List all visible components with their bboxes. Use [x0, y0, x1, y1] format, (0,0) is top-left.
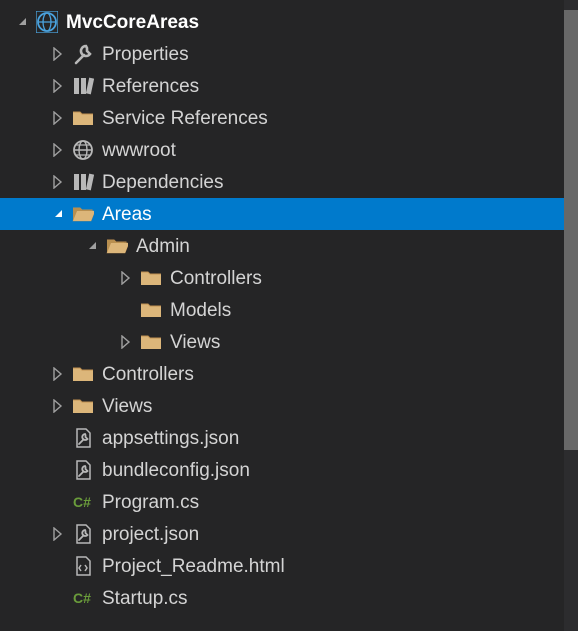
tree-item-label: Views [170, 333, 220, 352]
tree-item-views[interactable]: Views [0, 390, 578, 422]
cs-icon [72, 491, 94, 513]
tree-item-label: Dependencies [102, 173, 223, 192]
tree-item-admin-controllers[interactable]: Controllers [0, 262, 578, 294]
chevron-down-icon[interactable] [86, 239, 100, 253]
tree-item-references[interactable]: References [0, 70, 578, 102]
tree-item-label: Controllers [170, 269, 262, 288]
tree-item-label: Startup.cs [102, 589, 188, 608]
scrollbar-thumb[interactable] [564, 10, 578, 450]
chevron-right-icon[interactable] [52, 399, 66, 413]
chevron-down-icon[interactable] [52, 207, 66, 221]
vertical-scrollbar[interactable] [564, 0, 578, 631]
tree-item-root[interactable]: MvcCoreAreas [0, 6, 578, 38]
json-icon [72, 459, 94, 481]
json-icon [72, 523, 94, 545]
references-icon [72, 75, 94, 97]
tree-item-service-references[interactable]: Service References [0, 102, 578, 134]
chevron-right-icon[interactable] [52, 47, 66, 61]
chevron-right-icon[interactable] [52, 527, 66, 541]
tree-item-appsettings[interactable]: appsettings.json [0, 422, 578, 454]
tree-item-label: appsettings.json [102, 429, 239, 448]
tree-item-label: Service References [102, 109, 268, 128]
tree-item-admin[interactable]: Admin [0, 230, 578, 262]
tree-item-label: MvcCoreAreas [66, 13, 199, 32]
folder-icon [72, 363, 94, 385]
solution-explorer-tree[interactable]: MvcCoreAreas Properties References Servi… [0, 0, 578, 614]
chevron-right-icon[interactable] [120, 335, 134, 349]
tree-item-label: project.json [102, 525, 199, 544]
tree-item-project-json[interactable]: project.json [0, 518, 578, 550]
cs-icon [72, 587, 94, 609]
chevron-right-icon[interactable] [52, 175, 66, 189]
tree-item-label: Views [102, 397, 152, 416]
tree-item-label: bundleconfig.json [102, 461, 250, 480]
folder-open-icon [72, 203, 94, 225]
chevron-right-icon[interactable] [52, 111, 66, 125]
tree-item-label: Project_Readme.html [102, 557, 285, 576]
folder-icon [72, 107, 94, 129]
folder-icon [140, 267, 162, 289]
tree-item-admin-models[interactable]: Models [0, 294, 578, 326]
json-icon [72, 427, 94, 449]
chevron-right-icon[interactable] [120, 271, 134, 285]
chevron-right-icon[interactable] [52, 79, 66, 93]
chevron-right-icon[interactable] [52, 143, 66, 157]
tree-item-admin-views[interactable]: Views [0, 326, 578, 358]
chevron-right-icon[interactable] [52, 367, 66, 381]
tree-item-label: Program.cs [102, 493, 199, 512]
folder-icon [140, 331, 162, 353]
tree-item-label: Models [170, 301, 231, 320]
tree-item-label: Properties [102, 45, 189, 64]
globe-icon [72, 139, 94, 161]
tree-item-label: Areas [102, 205, 152, 224]
folder-icon [140, 299, 162, 321]
tree-item-label: References [102, 77, 199, 96]
folder-icon [72, 395, 94, 417]
tree-item-controllers[interactable]: Controllers [0, 358, 578, 390]
tree-item-startup-cs[interactable]: Startup.cs [0, 582, 578, 614]
tree-item-label: Controllers [102, 365, 194, 384]
tree-item-label: Admin [136, 237, 190, 256]
tree-item-properties[interactable]: Properties [0, 38, 578, 70]
chevron-down-icon[interactable] [16, 15, 30, 29]
tree-item-label: wwwroot [102, 141, 176, 160]
tree-item-program-cs[interactable]: Program.cs [0, 486, 578, 518]
tree-item-project-readme[interactable]: Project_Readme.html [0, 550, 578, 582]
tree-item-bundleconfig[interactable]: bundleconfig.json [0, 454, 578, 486]
folder-open-icon [106, 235, 128, 257]
tree-item-areas[interactable]: Areas [0, 198, 578, 230]
tree-item-dependencies[interactable]: Dependencies [0, 166, 578, 198]
html-icon [72, 555, 94, 577]
references-icon [72, 171, 94, 193]
web-app-icon [36, 11, 58, 33]
wrench-icon [72, 43, 94, 65]
tree-item-wwwroot[interactable]: wwwroot [0, 134, 578, 166]
